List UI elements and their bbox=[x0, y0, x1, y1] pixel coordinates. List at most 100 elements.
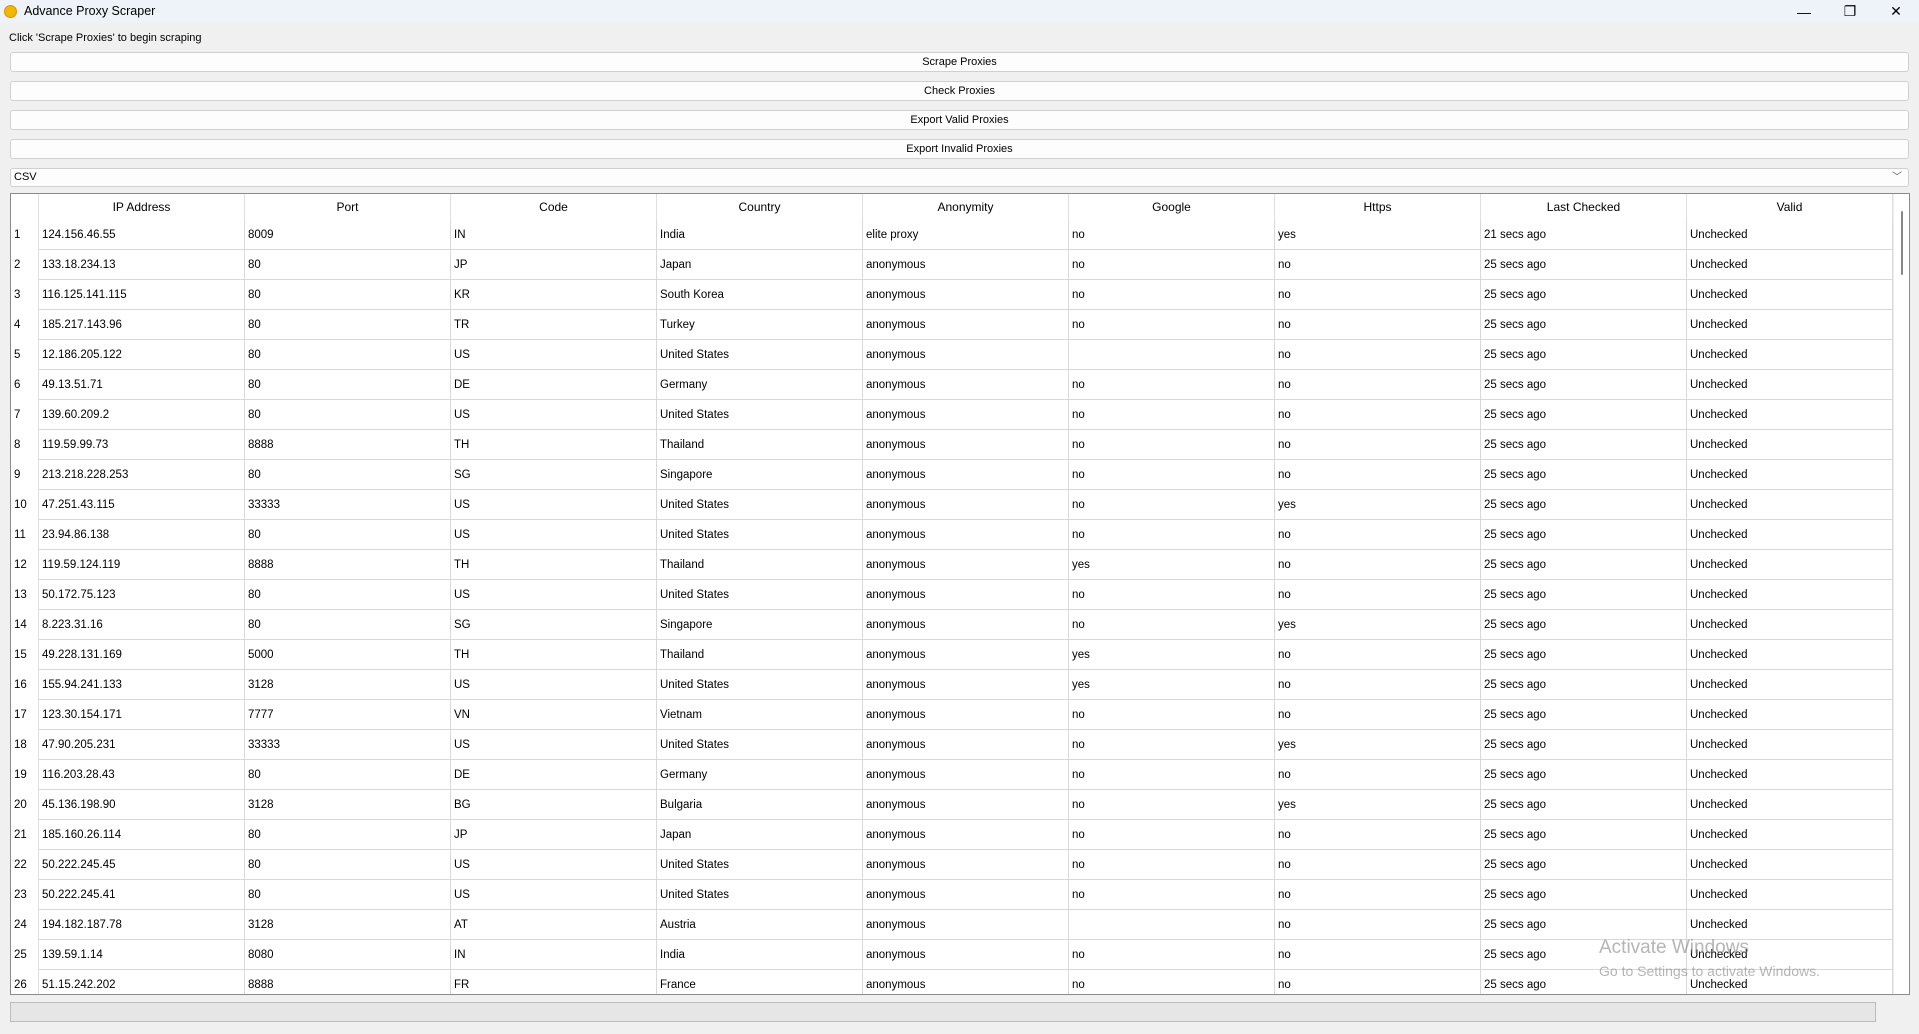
row-number[interactable]: 15 bbox=[11, 640, 39, 670]
table-cell[interactable]: 45.136.198.90 bbox=[39, 790, 245, 820]
table-cell[interactable]: 8009 bbox=[245, 220, 451, 250]
table-cell[interactable]: yes bbox=[1069, 550, 1275, 580]
row-number[interactable]: 6 bbox=[11, 370, 39, 400]
row-number[interactable]: 7 bbox=[11, 400, 39, 430]
table-cell[interactable]: anonymous bbox=[863, 400, 1069, 430]
table-cell[interactable]: anonymous bbox=[863, 790, 1069, 820]
table-cell[interactable]: DE bbox=[451, 760, 657, 790]
table-cell[interactable]: 25 secs ago bbox=[1481, 430, 1687, 460]
table-cell[interactable]: BG bbox=[451, 790, 657, 820]
table-cell[interactable]: 47.90.205.231 bbox=[39, 730, 245, 760]
column-header[interactable]: Country bbox=[657, 194, 863, 220]
table-cell[interactable]: United States bbox=[657, 400, 863, 430]
table-row[interactable]: 17 123.30.154.171 7777 VN Vietnam anonymous no… bbox=[11, 700, 1893, 730]
row-number[interactable]: 8 bbox=[11, 430, 39, 460]
table-cell[interactable]: no bbox=[1275, 400, 1481, 430]
table-cell[interactable]: no bbox=[1275, 550, 1481, 580]
table-cell[interactable]: 80 bbox=[245, 460, 451, 490]
table-cell[interactable]: JP bbox=[451, 820, 657, 850]
table-cell[interactable]: SG bbox=[451, 460, 657, 490]
table-cell[interactable]: 80 bbox=[245, 340, 451, 370]
table-cell[interactable]: anonymous bbox=[863, 910, 1069, 940]
table-cell[interactable]: US bbox=[451, 490, 657, 520]
table-cell[interactable]: 25 secs ago bbox=[1481, 280, 1687, 310]
table-cell[interactable]: no bbox=[1069, 610, 1275, 640]
maximize-button[interactable]: ❐ bbox=[1827, 0, 1873, 23]
table-cell[interactable]: Unchecked bbox=[1687, 310, 1893, 340]
table-cell[interactable]: anonymous bbox=[863, 670, 1069, 700]
row-number[interactable]: 13 bbox=[11, 580, 39, 610]
table-cell[interactable]: United States bbox=[657, 340, 863, 370]
table-corner[interactable] bbox=[11, 194, 39, 220]
table-cell[interactable]: India bbox=[657, 220, 863, 250]
table-cell[interactable]: 194.182.187.78 bbox=[39, 910, 245, 940]
table-cell[interactable]: 25 secs ago bbox=[1481, 640, 1687, 670]
table-cell[interactable]: no bbox=[1069, 310, 1275, 340]
table-cell[interactable]: 33333 bbox=[245, 730, 451, 760]
table-cell[interactable]: anonymous bbox=[863, 730, 1069, 760]
table-cell[interactable]: Unchecked bbox=[1687, 520, 1893, 550]
table-cell[interactable]: 80 bbox=[245, 580, 451, 610]
table-cell[interactable] bbox=[1069, 910, 1275, 940]
table-cell[interactable]: 8888 bbox=[245, 550, 451, 580]
table-row[interactable]: 9 213.218.228.253 80 SG Singapore anonymous no… bbox=[11, 460, 1893, 490]
table-cell[interactable]: US bbox=[451, 340, 657, 370]
export-valid-button[interactable]: Export Valid Proxies bbox=[10, 110, 1909, 130]
table-cell[interactable]: 80 bbox=[245, 400, 451, 430]
row-number[interactable]: 16 bbox=[11, 670, 39, 700]
table-row[interactable]: 10 47.251.43.115 33333 US United States anony… bbox=[11, 490, 1893, 520]
table-cell[interactable]: no bbox=[1275, 250, 1481, 280]
table-cell[interactable]: France bbox=[657, 970, 863, 994]
table-cell[interactable]: no bbox=[1275, 460, 1481, 490]
row-number[interactable]: 2 bbox=[11, 250, 39, 280]
table-cell[interactable]: 8.223.31.16 bbox=[39, 610, 245, 640]
table-cell[interactable]: US bbox=[451, 670, 657, 700]
table-cell[interactable]: anonymous bbox=[863, 430, 1069, 460]
column-header[interactable]: Code bbox=[451, 194, 657, 220]
row-number[interactable]: 24 bbox=[11, 910, 39, 940]
table-cell[interactable]: United States bbox=[657, 880, 863, 910]
row-number[interactable]: 3 bbox=[11, 280, 39, 310]
table-cell[interactable]: 80 bbox=[245, 760, 451, 790]
table-cell[interactable]: 21 secs ago bbox=[1481, 220, 1687, 250]
table-cell[interactable]: anonymous bbox=[863, 850, 1069, 880]
table-cell[interactable]: 116.125.141.115 bbox=[39, 280, 245, 310]
table-cell[interactable]: 5000 bbox=[245, 640, 451, 670]
table-cell[interactable]: 124.156.46.55 bbox=[39, 220, 245, 250]
table-row[interactable]: 20 45.136.198.90 3128 BG Bulgaria anonymous no… bbox=[11, 790, 1893, 820]
table-cell[interactable]: AT bbox=[451, 910, 657, 940]
table-cell[interactable]: Unchecked bbox=[1687, 820, 1893, 850]
table-cell[interactable]: 25 secs ago bbox=[1481, 850, 1687, 880]
table-row[interactable]: 11 23.94.86.138 80 US United States anonymous… bbox=[11, 520, 1893, 550]
table-cell[interactable]: Unchecked bbox=[1687, 850, 1893, 880]
table-cell[interactable]: 80 bbox=[245, 280, 451, 310]
table-cell[interactable]: Unchecked bbox=[1687, 280, 1893, 310]
table-cell[interactable]: 80 bbox=[245, 310, 451, 340]
table-cell[interactable]: no bbox=[1069, 490, 1275, 520]
table-cell[interactable]: 185.160.26.114 bbox=[39, 820, 245, 850]
table-cell[interactable]: 25 secs ago bbox=[1481, 670, 1687, 700]
table-cell[interactable]: yes bbox=[1275, 220, 1481, 250]
table-cell[interactable]: no bbox=[1069, 850, 1275, 880]
table-cell[interactable]: anonymous bbox=[863, 370, 1069, 400]
close-button[interactable]: ✕ bbox=[1873, 0, 1919, 23]
table-cell[interactable]: India bbox=[657, 940, 863, 970]
table-cell[interactable]: Unchecked bbox=[1687, 700, 1893, 730]
table-cell[interactable]: Unchecked bbox=[1687, 760, 1893, 790]
column-header[interactable]: Https bbox=[1275, 194, 1481, 220]
table-cell[interactable]: Unchecked bbox=[1687, 400, 1893, 430]
table-cell[interactable]: no bbox=[1275, 310, 1481, 340]
table-cell[interactable]: 185.217.143.96 bbox=[39, 310, 245, 340]
row-number[interactable]: 4 bbox=[11, 310, 39, 340]
table-row[interactable]: 21 185.160.26.114 80 JP Japan anonymous no no 25… bbox=[11, 820, 1893, 850]
table-cell[interactable]: United States bbox=[657, 490, 863, 520]
table-cell[interactable]: Thailand bbox=[657, 550, 863, 580]
table-cell[interactable]: 50.222.245.45 bbox=[39, 850, 245, 880]
table-row[interactable]: 2 133.18.234.13 80 JP Japan anonymous no no 25 s… bbox=[11, 250, 1893, 280]
table-cell[interactable]: Singapore bbox=[657, 610, 863, 640]
table-cell[interactable]: 80 bbox=[245, 610, 451, 640]
table-cell[interactable]: no bbox=[1275, 340, 1481, 370]
table-cell[interactable]: anonymous bbox=[863, 940, 1069, 970]
table-cell[interactable]: SG bbox=[451, 610, 657, 640]
table-cell[interactable]: anonymous bbox=[863, 490, 1069, 520]
